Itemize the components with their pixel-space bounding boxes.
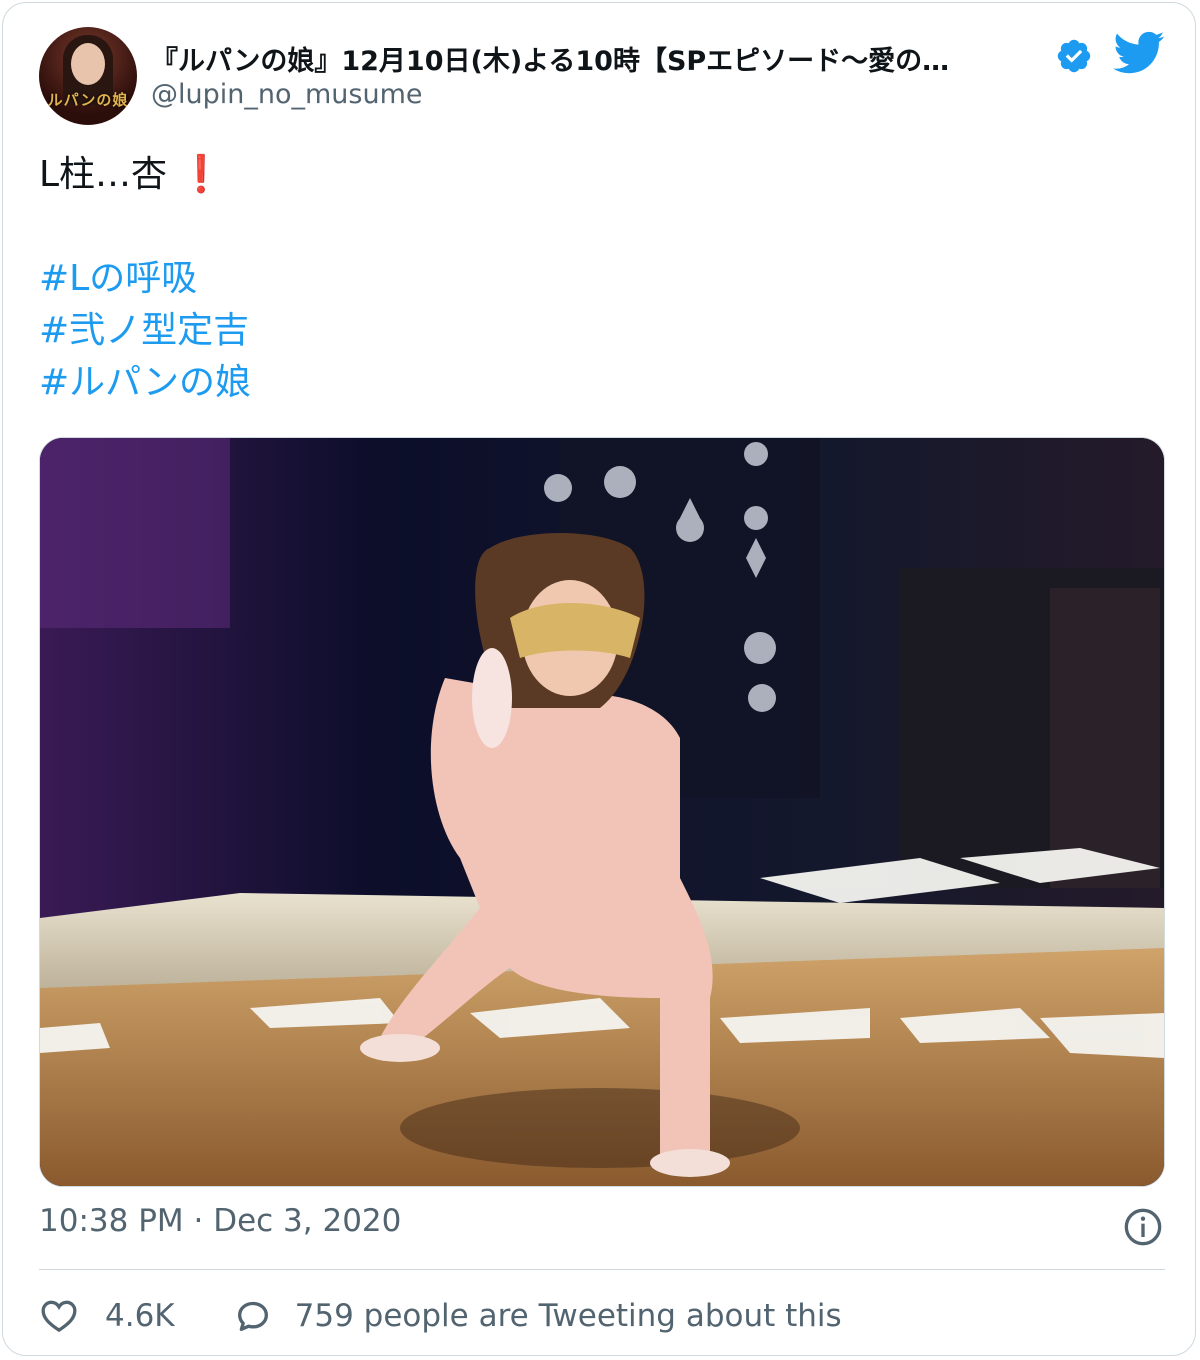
- photo-illustration: [40, 438, 1164, 1186]
- speech-bubble-icon: [237, 1301, 268, 1331]
- exclamation-emoji: ❗: [178, 154, 224, 195]
- tweet-photo[interactable]: [39, 437, 1165, 1187]
- tweet-actions: 4.6K 759 people are Tweeting about this: [39, 1291, 842, 1341]
- tweet-timestamp[interactable]: 10:38 PM · Dec 3, 2020: [39, 1203, 401, 1239]
- user-handle[interactable]: @lupin_no_musume: [151, 79, 423, 110]
- tweet-card[interactable]: ルパンの娘 『ルパンの娘』12月10日(木)よる10時【SPエピソード〜愛の… …: [2, 2, 1196, 1356]
- heart-icon: [41, 1300, 77, 1333]
- hashtag-link[interactable]: #ルパンの娘: [39, 357, 251, 409]
- verified-badge-icon: [1057, 39, 1091, 73]
- divider: [39, 1269, 1165, 1270]
- tweet-body-text: L柱…杏: [39, 154, 168, 195]
- avatar-logo: ルパンの娘: [47, 91, 129, 109]
- info-icon[interactable]: [1123, 1207, 1163, 1247]
- people-tweeting-text: 759 people are Tweeting about this: [294, 1298, 842, 1334]
- like-count: 4.6K: [105, 1298, 175, 1334]
- tweet-text: L柱…杏 ❗ #Lの呼吸 #弐ノ型定吉 #ルパンの娘: [39, 149, 251, 409]
- hashtag-link[interactable]: #弐ノ型定吉: [39, 305, 251, 357]
- display-name[interactable]: 『ルパンの娘』12月10日(木)よる10時【SPエピソード〜愛の…: [151, 39, 1031, 78]
- avatar[interactable]: ルパンの娘: [39, 27, 137, 125]
- conversation-button[interactable]: 759 people are Tweeting about this: [233, 1296, 842, 1336]
- tweet-first-line: L柱…杏 ❗: [39, 149, 251, 201]
- hashtag-link[interactable]: #Lの呼吸: [39, 253, 251, 305]
- twitter-bird-icon[interactable]: [1113, 31, 1165, 75]
- like-button[interactable]: 4.6K: [39, 1296, 175, 1336]
- avatar-face: [71, 43, 105, 85]
